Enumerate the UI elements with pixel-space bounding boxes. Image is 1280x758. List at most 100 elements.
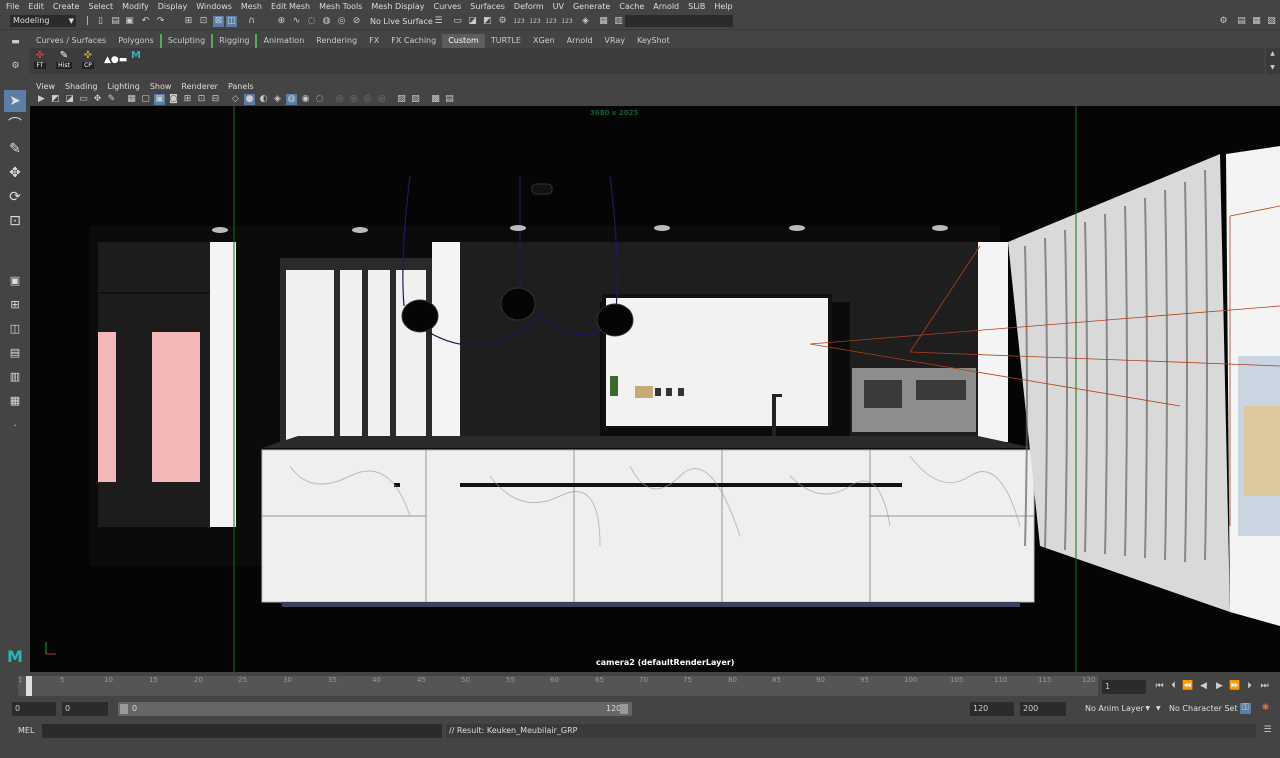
hypershade-icon[interactable]: ◈ [580, 16, 591, 27]
smooth-shade-icon[interactable]: ● [244, 94, 255, 105]
panel-menu-lighting[interactable]: Lighting [107, 82, 139, 91]
lasso-tool-icon[interactable]: ⌒ [4, 114, 26, 136]
step-back-frame-icon[interactable]: ⏴ [1168, 681, 1179, 692]
auto-key-icon[interactable]: ⚿ [1240, 703, 1251, 714]
menu-windows[interactable]: Windows [196, 2, 232, 11]
time-slider-ticks[interactable]: 1 5 10 15 20 25 30 35 40 45 50 55 60 65 … [18, 676, 1098, 696]
range-handle-right[interactable] [620, 704, 628, 714]
start-time-field[interactable]: 0 [12, 702, 56, 716]
lock-selection-icon[interactable]: ◫ [226, 16, 237, 27]
grid-toggle-icon[interactable]: ▦ [126, 94, 137, 105]
channel-box-toggle-icon[interactable]: ▦ [1251, 16, 1262, 27]
menu-cache[interactable]: Cache [619, 2, 644, 11]
panel-menu-show[interactable]: Show [150, 82, 172, 91]
select-component-icon[interactable]: ⊠ [213, 16, 224, 27]
tab-keyshot[interactable]: KeyShot [631, 34, 676, 48]
resolution-gate-icon[interactable]: ▣ [154, 94, 165, 105]
magnet-icon[interactable]: ∩ [246, 16, 257, 27]
camera-attributes-icon[interactable]: ◩ [50, 94, 61, 105]
snap-surface-icon[interactable]: ◎ [336, 16, 347, 27]
anim-layer-selector[interactable]: No Anim Layer ▼ [1072, 702, 1150, 716]
script-editor-icon[interactable]: ☰ [1262, 725, 1273, 736]
tab-turtle[interactable]: TURTLE [485, 34, 527, 48]
anim-end-field[interactable]: 200 [1020, 702, 1066, 716]
tab-rigging[interactable]: Rigging [211, 34, 258, 48]
depth-of-field-icon[interactable]: ◎ [376, 94, 387, 105]
construction-history-icon[interactable]: ☰ [433, 16, 444, 27]
uv-editor-layout-icon[interactable]: ▦ [4, 390, 26, 412]
anim-start-field[interactable]: 0 [62, 702, 108, 716]
open-scene-icon[interactable]: ▤ [110, 16, 121, 27]
xray-components-icon[interactable]: ▤ [444, 94, 455, 105]
select-hierarchy-icon[interactable]: ⊞ [183, 16, 194, 27]
mode-selector[interactable]: Modeling ▼ [10, 15, 76, 27]
tab-curves-surfaces[interactable]: Curves / Surfaces [30, 34, 112, 48]
four-view-layout-icon[interactable]: ⊞ [4, 294, 26, 316]
menu-edit-mesh[interactable]: Edit Mesh [271, 2, 310, 11]
textured-icon[interactable]: ◍ [286, 94, 297, 105]
step-forward-key-icon[interactable]: ⏩ [1229, 681, 1240, 692]
shelf-scroll[interactable]: ▲ ▼ [1266, 48, 1280, 74]
input-line-icon-3[interactable]: 123 [544, 16, 558, 27]
use-all-lights-icon[interactable]: ◉ [300, 94, 311, 105]
motion-blur-icon[interactable]: ◎ [348, 94, 359, 105]
panel-menu-renderer[interactable]: Renderer [181, 82, 218, 91]
camera-icon[interactable]: ▶ [36, 94, 47, 105]
tab-polygons[interactable]: Polygons [112, 34, 160, 48]
wireframe-icon[interactable]: ◇ [230, 94, 241, 105]
default-material-icon[interactable]: ◐ [258, 94, 269, 105]
workspace-icon[interactable]: ⚙ [1218, 16, 1229, 27]
menu-display[interactable]: Display [158, 2, 188, 11]
play-forwards-icon[interactable]: ▶ [1214, 681, 1225, 692]
more-layouts-icon[interactable]: · [4, 416, 26, 438]
input-line-icon-4[interactable]: 123 [560, 16, 574, 27]
current-frame-field[interactable]: 1 [1102, 680, 1146, 694]
scale-tool-icon[interactable]: ⊡ [4, 210, 26, 232]
persp-graph-layout-icon[interactable]: ▤ [4, 342, 26, 364]
menu-arnold[interactable]: Arnold [653, 2, 679, 11]
rotate-tool-icon[interactable]: ⟳ [4, 186, 26, 208]
gate-mask-icon[interactable]: ◙ [168, 94, 179, 105]
shelf-menu-icon[interactable]: ▬ [10, 37, 21, 48]
hypershade-layout-icon[interactable]: ▥ [4, 366, 26, 388]
play-backwards-icon[interactable]: ◀ [1198, 681, 1209, 692]
menu-modify[interactable]: Modify [122, 2, 149, 11]
new-scene-icon[interactable]: ▯ [95, 16, 106, 27]
menu-mesh-tools[interactable]: Mesh Tools [319, 2, 362, 11]
range-slider-bar[interactable]: 0 120 [118, 702, 632, 716]
menu-create[interactable]: Create [53, 2, 80, 11]
shelf-item-maya[interactable]: M [126, 50, 146, 72]
panel-menu-panels[interactable]: Panels [228, 82, 254, 91]
xray-joints-icon[interactable]: ▩ [430, 94, 441, 105]
shelf-item-shapes[interactable]: ▲●▬ [102, 50, 127, 72]
current-time-marker[interactable] [26, 676, 32, 696]
render-settings-icon[interactable]: ⚙ [497, 16, 508, 27]
live-surface-label[interactable]: No Live Surface [370, 16, 433, 27]
menu-deform[interactable]: Deform [514, 2, 544, 11]
tab-custom[interactable]: Custom [442, 34, 485, 48]
menu-surfaces[interactable]: Surfaces [470, 2, 505, 11]
select-object-icon[interactable]: ⊡ [198, 16, 209, 27]
range-handle-left[interactable] [120, 704, 128, 714]
tab-sculpting[interactable]: Sculpting [159, 34, 211, 48]
snap-curve-icon[interactable]: ∿ [291, 16, 302, 27]
menu-slib[interactable]: SLiB [688, 2, 705, 11]
select-tool-icon[interactable]: ➤ [4, 90, 26, 112]
grease-pencil-icon[interactable]: ✎ [106, 94, 117, 105]
menu-mesh[interactable]: Mesh [241, 2, 262, 11]
input-line-icon-2[interactable]: 123 [528, 16, 542, 27]
single-perspective-layout-icon[interactable]: ▣ [4, 270, 26, 292]
menu-curves[interactable]: Curves [433, 2, 461, 11]
tab-xgen[interactable]: XGen [527, 34, 561, 48]
tool-settings-toggle-icon[interactable]: ▧ [1266, 16, 1277, 27]
snap-view-icon[interactable]: ◍ [321, 16, 332, 27]
go-to-start-icon[interactable]: ⏮ [1154, 681, 1165, 692]
paint-select-tool-icon[interactable]: ✎ [4, 138, 26, 160]
shelf-item-hist[interactable]: ✎ Hist [54, 50, 74, 72]
safe-action-icon[interactable]: ⊡ [196, 94, 207, 105]
panel-menu-shading[interactable]: Shading [65, 82, 98, 91]
script-language-toggle[interactable]: MEL [18, 726, 34, 735]
menu-generate[interactable]: Generate [573, 2, 610, 11]
snap-grid-icon[interactable]: ⊕ [276, 16, 287, 27]
tab-vray[interactable]: VRay [599, 34, 632, 48]
